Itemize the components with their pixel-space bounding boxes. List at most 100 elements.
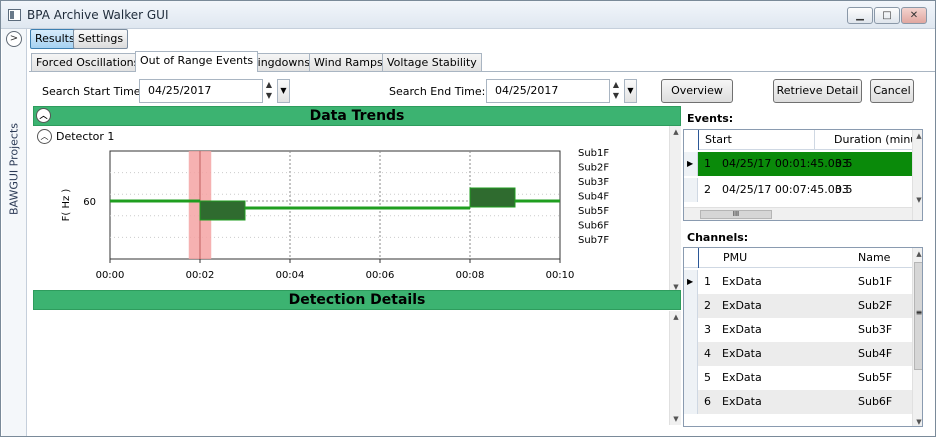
scroll-up-icon[interactable]: ▲ [670, 311, 682, 323]
channel-name: Sub1F [858, 275, 893, 288]
x-tick-label: 00:08 [456, 270, 485, 281]
channel-pmu: ExData [722, 323, 762, 336]
search-start-input[interactable]: 04/25/2017 00:00:00 [139, 79, 263, 119]
row-header-corner [684, 130, 699, 150]
settings-button[interactable]: Settings [73, 29, 129, 49]
end-date-dropdown[interactable]: ▼ [624, 79, 637, 103]
x-tick-label: 00:00 [96, 270, 125, 281]
row-selector [684, 390, 698, 414]
channel-pmu: ExData [722, 275, 762, 288]
spin-up-icon[interactable]: ▲ [611, 79, 621, 90]
legend-entry: Sub4F [578, 192, 609, 203]
legend-entry: Sub7F [578, 235, 609, 246]
x-tick-label: 00:06 [366, 270, 395, 281]
tab-voltage-stability[interactable]: Voltage Stability [382, 53, 482, 71]
events-hscrollbar[interactable]: III [684, 207, 912, 220]
search-end-input[interactable]: 04/25/2017 23:59:59 [486, 79, 610, 119]
legend-entry: Sub3F [578, 177, 609, 188]
data-trends-header[interactable]: ︿ Data Trends [33, 106, 681, 126]
channel-name: Sub5F [858, 371, 893, 384]
maximize-button[interactable]: □ [874, 7, 900, 24]
events-title: Events: [687, 112, 734, 125]
data-trends-chart: F( Hz ) 60 00:00 00:02 00:04 00:06 00:08 00:10 S… [61, 143, 669, 281]
event-duration: 0.5 [835, 157, 853, 170]
x-tick-label: 00:04 [276, 270, 305, 281]
events-col-start[interactable]: Start [703, 130, 815, 149]
channel-pmu: ExData [722, 371, 762, 384]
spin-up-icon[interactable]: ▲ [264, 79, 274, 90]
channel-id: 4 [704, 347, 711, 360]
event-id: 2 [704, 183, 711, 196]
channel-id: 5 [704, 371, 711, 384]
channel-id: 2 [704, 299, 711, 312]
app-icon [8, 9, 21, 21]
channels-grid-header: PMU Name [684, 248, 912, 268]
y-axis-label: F( Hz ) [61, 189, 72, 222]
event-duration: 0.5 [835, 183, 853, 196]
start-date-dropdown[interactable]: ▼ [277, 79, 290, 103]
detection-details-header[interactable]: Detection Details [33, 290, 681, 310]
scroll-up-icon[interactable]: ▲ [913, 248, 922, 260]
legend-entry: Sub6F [578, 221, 609, 232]
overview-button[interactable]: Overview [661, 79, 733, 103]
channels-title: Channels: [687, 231, 749, 244]
events-grid-header: Start Duration (minute [684, 130, 922, 150]
event-row[interactable]: ▶ 1 04/25/17 00:01:45.033 0.5 [684, 152, 912, 176]
event-row[interactable]: 2 04/25/17 00:07:45.033 0.5 [684, 178, 912, 202]
channels-grid: PMU Name ▶ 1 ExData Sub1F 2 ExData Sub2F 3 ExDat… [683, 247, 923, 427]
channel-name: Sub3F [858, 323, 893, 336]
vscroll-thumb[interactable]: ≡ [914, 262, 922, 370]
y-tick-label: 60 [83, 197, 96, 208]
cancel-button[interactable]: Cancel [870, 79, 914, 103]
channel-row[interactable]: 6 ExData Sub6F [684, 390, 912, 414]
collapse-trends-icon[interactable]: ︿ [36, 108, 51, 123]
projects-side-panel: > BAWGUI Projects [2, 29, 27, 436]
channel-row[interactable]: 5 ExData Sub5F [684, 366, 912, 390]
channel-name: Sub2F [858, 299, 893, 312]
tab-out-of-range-events[interactable]: Out of Range Events [135, 51, 259, 72]
spin-down-icon[interactable]: ▼ [611, 90, 621, 101]
title-bar: BPA Archive Walker GUI ▁ □ ✕ [1, 1, 935, 29]
trends-scrollbar[interactable]: ▲ ▼ [669, 126, 681, 293]
end-time-spinner[interactable]: ▲ ▼ [611, 79, 621, 103]
scroll-up-icon[interactable]: ▲ [670, 126, 682, 138]
scroll-down-icon[interactable]: ▼ [913, 194, 922, 206]
x-tick-label: 00:02 [186, 270, 215, 281]
start-time-spinner[interactable]: ▲ ▼ [264, 79, 274, 103]
channel-row[interactable]: 4 ExData Sub4F [684, 342, 912, 366]
expand-projects-icon[interactable]: > [6, 31, 22, 47]
tab-forced-oscillations[interactable]: Forced Oscillations [31, 53, 145, 71]
scroll-down-icon[interactable]: ▼ [913, 416, 922, 426]
channel-row[interactable]: ▶ 1 ExData Sub1F [684, 270, 912, 294]
row-header-corner [684, 248, 699, 268]
retrieve-detail-button[interactable]: Retrieve Detail [773, 79, 862, 103]
tab-wind-ramps[interactable]: Wind Ramps [309, 53, 388, 71]
events-col-duration[interactable]: Duration (minute [831, 130, 922, 149]
channels-col-name[interactable]: Name [858, 248, 890, 267]
channel-id: 6 [704, 395, 711, 408]
minimize-button[interactable]: ▁ [847, 7, 873, 24]
row-selector [684, 366, 698, 390]
selected-row-icon: ▶ [687, 277, 694, 286]
event-id: 1 [704, 157, 711, 170]
event-start: 04/25/17 00:07:45.033 [722, 183, 849, 196]
row-selector [684, 342, 698, 366]
projects-label[interactable]: BAWGUI Projects [8, 123, 21, 215]
scroll-down-icon[interactable]: ▼ [670, 413, 682, 425]
events-vscrollbar[interactable]: ▲ ▼ [912, 130, 922, 220]
channel-pmu: ExData [722, 395, 762, 408]
scroll-up-icon[interactable]: ▲ [913, 130, 922, 142]
channel-id: 1 [704, 275, 711, 288]
hscroll-thumb[interactable]: III [700, 210, 772, 219]
app-window: BPA Archive Walker GUI ▁ □ ✕ > BAWGUI Pr… [0, 0, 936, 437]
spin-down-icon[interactable]: ▼ [264, 90, 274, 101]
channel-row[interactable]: 3 ExData Sub3F [684, 318, 912, 342]
details-scrollbar[interactable]: ▲ ▼ [669, 311, 681, 425]
row-selector: ▶ [684, 152, 698, 176]
channel-row[interactable]: 2 ExData Sub2F [684, 294, 912, 318]
close-button[interactable]: ✕ [901, 7, 927, 24]
event-start: 04/25/17 00:01:45.033 [722, 157, 849, 170]
channels-vscrollbar[interactable]: ▲ ≡ ▼ [912, 248, 922, 426]
channels-col-pmu[interactable]: PMU [723, 248, 747, 267]
row-selector [684, 318, 698, 342]
